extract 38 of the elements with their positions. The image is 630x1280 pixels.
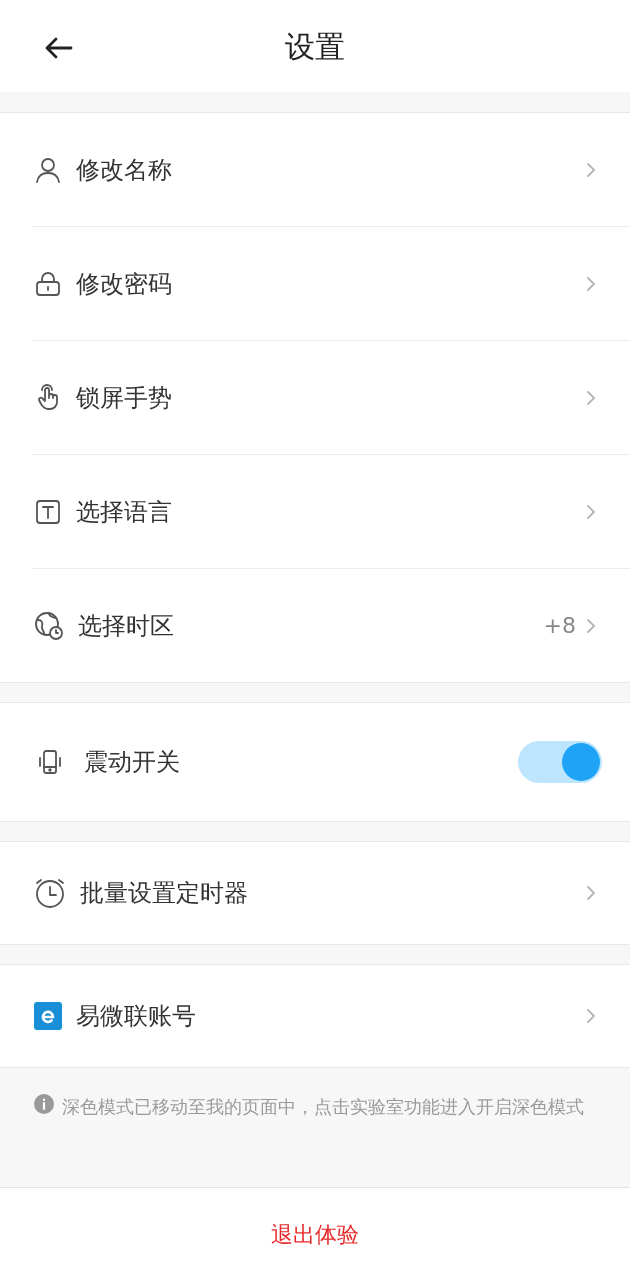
settings-row[interactable]: 修改名称 [33,113,630,226]
phone-vibrate-icon [36,748,64,776]
toggle-thumb [562,743,600,781]
page-title: 设置 [285,27,345,66]
alarm-clock-icon [34,877,66,909]
settings-row[interactable]: 批量设置定时器 [0,842,630,944]
chevron-right-icon [586,885,596,901]
settings-row[interactable]: 选择时区 +8 [0,569,630,682]
logout-button[interactable]: 退出体验 [0,1188,630,1280]
row-label: 批量设置定时器 [80,878,248,909]
text-icon [34,497,62,526]
row-label: 修改密码 [76,268,172,300]
settings-row[interactable]: 修改密码 [33,227,630,340]
chevron-right-icon [586,1008,596,1024]
info-icon [34,1094,54,1114]
settings-row[interactable]: 锁屏手势 [33,341,630,454]
toggle-switch[interactable] [518,741,602,783]
row-value: +8 [543,612,576,640]
note-text: 深色模式已移动至我的页面中，点击实验室功能进入开启深色模式 [62,1095,584,1119]
row-label: 选择语言 [76,496,172,528]
row-label: 易微联账号 [76,1001,196,1032]
lock-icon [34,269,62,298]
settings-row[interactable]: 选择语言 [33,455,630,568]
chevron-right-icon [586,161,596,178]
app-logo-icon [34,1002,62,1030]
row-label: 锁屏手势 [76,382,172,414]
row-label: 选择时区 [78,610,174,642]
row-label: 震动开关 [84,747,180,778]
globe-clock-icon [34,610,64,641]
person-icon [34,155,62,184]
chevron-right-icon [586,389,596,406]
settings-row[interactable]: 易微联账号 [0,965,630,1067]
back-arrow-icon [43,36,73,60]
chevron-right-icon [586,617,596,634]
settings-row[interactable]: 震动开关 [0,703,630,821]
row-label: 修改名称 [76,154,172,186]
chevron-right-icon [586,275,596,292]
chevron-right-icon [586,503,596,520]
